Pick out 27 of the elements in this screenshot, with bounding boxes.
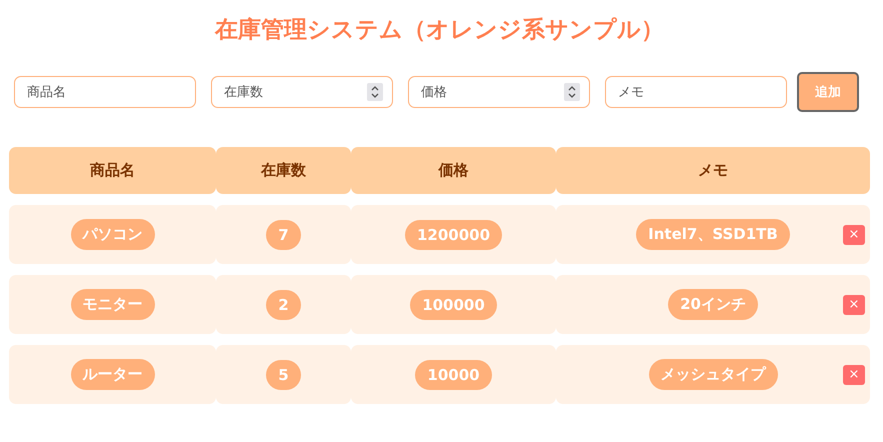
input-field[interactable]: メモ xyxy=(605,76,787,108)
column-header: 在庫数 xyxy=(216,147,351,194)
table-cell: 20インチ xyxy=(668,289,758,320)
page-title: 在庫管理システム（オレンジ系サンプル） xyxy=(214,16,665,45)
table-cell: Intel7、SSD1TB xyxy=(636,219,790,250)
input-field[interactable]: 価格 xyxy=(408,76,590,108)
table-cell: 2 xyxy=(266,290,301,320)
table-cell: メッシュタイプ xyxy=(648,359,778,390)
table-cell: 100000 xyxy=(410,290,497,320)
table-cell: パソコン xyxy=(70,219,154,250)
delete-button[interactable]: × xyxy=(843,295,865,315)
add-button[interactable]: 追加 xyxy=(797,72,859,112)
table-cell: モニター xyxy=(70,289,154,320)
spinner-icon[interactable] xyxy=(564,83,580,101)
spinner-icon[interactable] xyxy=(367,83,383,101)
table-cell: 7 xyxy=(266,220,301,250)
input-field[interactable]: 在庫数 xyxy=(211,76,393,108)
delete-button[interactable]: × xyxy=(843,225,865,245)
table-cell: 10000 xyxy=(415,360,492,390)
input-field[interactable]: 商品名 xyxy=(14,76,196,108)
column-header: メモ xyxy=(556,147,870,194)
delete-button[interactable]: × xyxy=(843,365,865,385)
column-header: 商品名 xyxy=(9,147,216,194)
table-cell: 5 xyxy=(266,360,301,390)
table-cell: ルーター xyxy=(70,359,154,390)
table-cell: 1200000 xyxy=(404,220,502,250)
column-header: 価格 xyxy=(351,147,556,194)
